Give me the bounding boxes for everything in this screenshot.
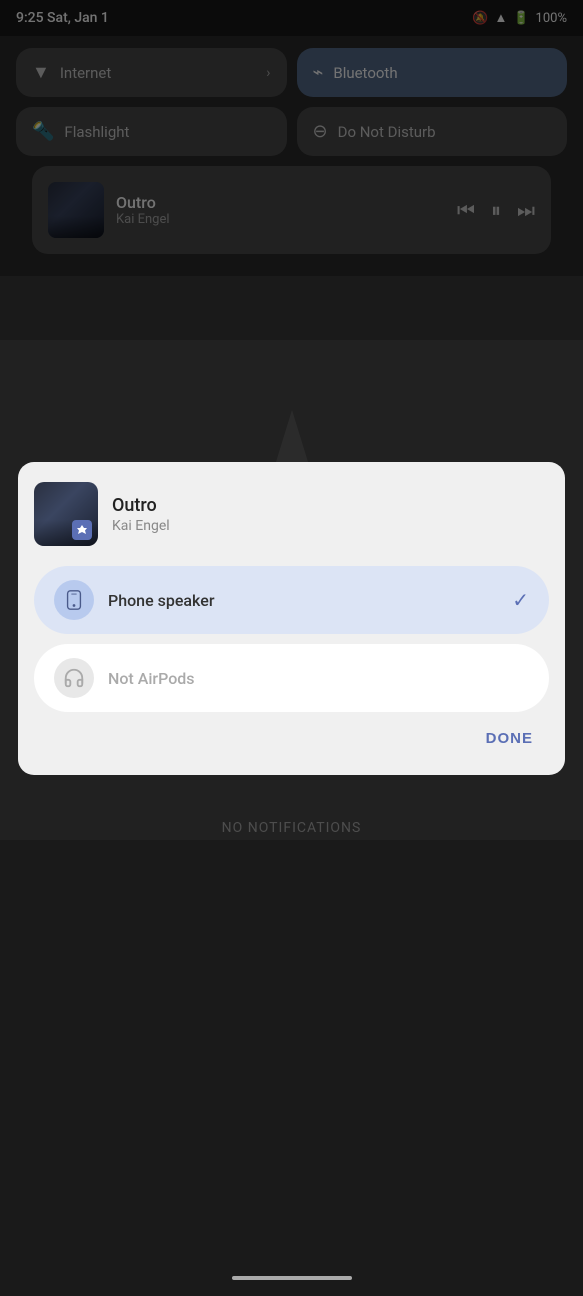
dialog-thumbnail (34, 482, 98, 546)
home-bar (232, 1276, 352, 1280)
phone-speaker-option[interactable]: Phone speaker ✓ (34, 566, 549, 634)
not-airpods-option[interactable]: Not AirPods (34, 644, 549, 712)
dialog-media-info: Outro Kai Engel (112, 495, 170, 534)
dialog-footer: DONE (34, 722, 549, 755)
phone-speaker-label: Phone speaker (108, 591, 214, 610)
dialog-header: Outro Kai Engel (34, 482, 549, 546)
dialog-song-artist: Kai Engel (112, 518, 170, 534)
not-airpods-label: Not AirPods (108, 669, 195, 688)
audio-output-dialog: Outro Kai Engel Phone speaker ✓ Not AirP… (18, 462, 565, 775)
checkmark-icon: ✓ (512, 588, 529, 612)
done-button[interactable]: DONE (470, 722, 549, 755)
phone-speaker-icon (54, 580, 94, 620)
service-icon (72, 520, 92, 540)
dialog-song-title: Outro (112, 495, 170, 516)
headphones-icon (54, 658, 94, 698)
